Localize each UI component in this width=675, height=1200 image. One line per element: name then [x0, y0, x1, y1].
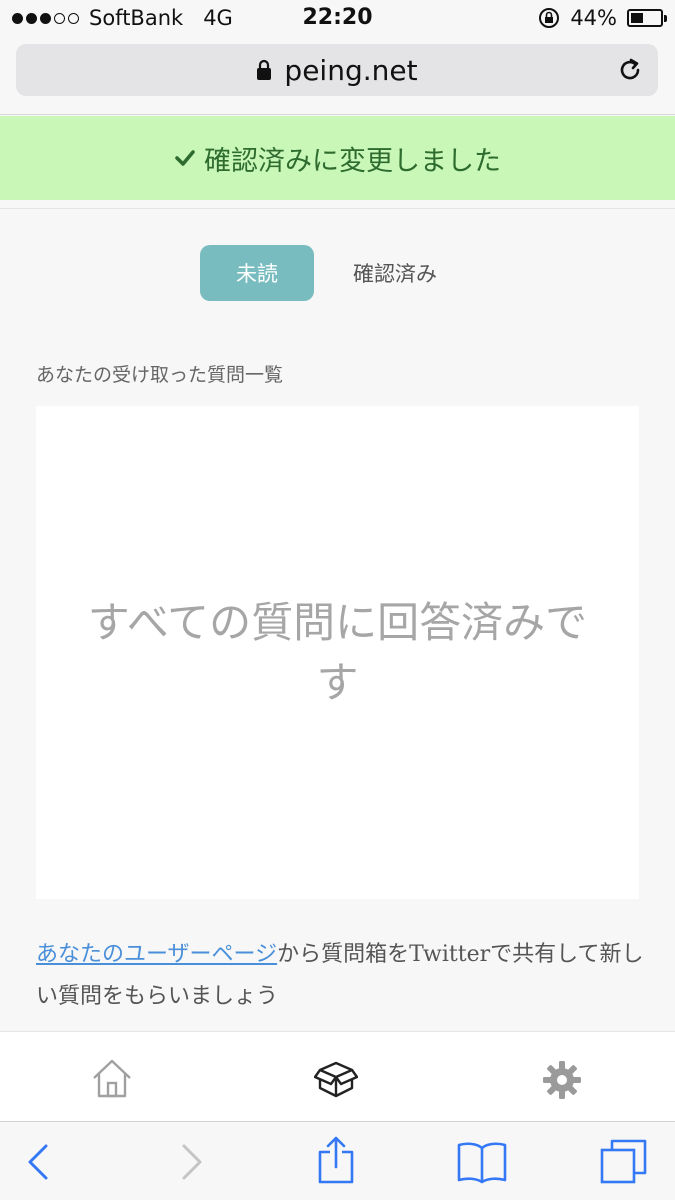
- url-display[interactable]: peing.net: [256, 53, 418, 87]
- battery-percent: 44%: [570, 6, 617, 30]
- status-bar: SoftBank 4G 22:20 44%: [0, 0, 675, 38]
- bookmarks-icon[interactable]: [456, 1140, 508, 1184]
- address-bar[interactable]: peing.net: [16, 44, 658, 96]
- back-icon[interactable]: [24, 1142, 54, 1182]
- battery-icon: [627, 9, 667, 27]
- empty-questions-card: すべての質問に回答済みです: [36, 406, 639, 899]
- confirmation-banner: 確認済みに変更しました: [0, 116, 675, 200]
- rotation-lock-icon: [539, 8, 560, 28]
- app-bottom-nav: [0, 1031, 675, 1121]
- banner-message: 確認済みに変更しました: [204, 145, 501, 177]
- tab-unread[interactable]: 未読: [200, 245, 314, 301]
- battery-fill: [631, 13, 643, 23]
- forward-icon[interactable]: [176, 1142, 206, 1182]
- url-text: peing.net: [284, 53, 418, 87]
- tabs-icon[interactable]: [600, 1138, 648, 1186]
- home-icon[interactable]: [90, 1056, 134, 1100]
- share-icon[interactable]: [316, 1136, 356, 1184]
- banner-separator: [0, 208, 675, 209]
- status-right: 44%: [538, 6, 667, 30]
- user-page-link[interactable]: あなたのユーザーページ: [36, 942, 277, 967]
- screen: SoftBank 4G 22:20 44% peing.net 確認済みに変更し…: [0, 0, 675, 1200]
- tab-confirmed[interactable]: 確認済み: [330, 245, 460, 301]
- section-title: あなたの受け取った質問一覧: [36, 364, 284, 386]
- empty-message: すべての質問に回答済みです: [87, 597, 588, 707]
- lock-icon: [257, 59, 272, 80]
- browser-separator: [0, 114, 675, 115]
- reload-icon[interactable]: [616, 56, 644, 84]
- gear-icon[interactable]: [542, 1060, 582, 1100]
- check-icon: [175, 150, 195, 166]
- box-icon[interactable]: [314, 1056, 358, 1100]
- safari-toolbar: [0, 1121, 675, 1200]
- share-text: あなたのユーザーページから質問箱をTwitterで共有して新しい質問をもらいまし…: [36, 934, 646, 1018]
